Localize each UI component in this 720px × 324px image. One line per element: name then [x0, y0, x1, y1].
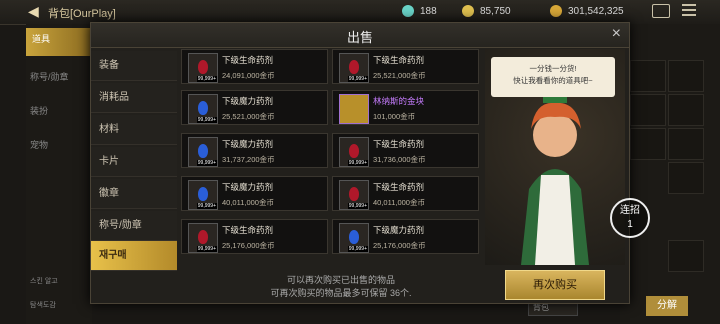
- category-badges[interactable]: 徽章: [91, 179, 177, 209]
- left-bottom-item-2[interactable]: 탐색도감: [30, 300, 56, 310]
- rebuy-hint-line-2: 可再次购买的物品最多可保留 36个.: [270, 288, 412, 298]
- dialog-title: 出售: [346, 30, 373, 45]
- item-price: 25,521,000金币: [373, 71, 426, 80]
- list-item[interactable]: 99,999+ 下级魔力药剂 25,176,000金币: [332, 219, 479, 254]
- item-price: 40,011,000金币: [373, 198, 425, 207]
- item-name: 下级生命药剂: [373, 55, 425, 65]
- combo-label: 连招: [620, 205, 640, 216]
- left-tab-items[interactable]: 道具: [26, 28, 92, 56]
- category-cards[interactable]: 卡片: [91, 147, 177, 177]
- category-equipment[interactable]: 装备: [91, 51, 177, 81]
- list-item[interactable]: 99,999+ 下级生命药剂 25,176,000金币: [181, 219, 328, 254]
- mail-icon[interactable]: [652, 4, 670, 18]
- rebuy-hint-line-1: 可以再次购买已出售的物品: [286, 275, 395, 285]
- gold-bar-icon: [339, 94, 369, 124]
- item-name: 下级魔力药剂: [222, 139, 274, 149]
- item-name: 林纳斯的金块: [373, 96, 425, 106]
- left-tab-costume[interactable]: 装扮: [30, 104, 48, 117]
- item-price: 101,000金币: [373, 112, 416, 121]
- inventory-slot[interactable]: [668, 128, 704, 160]
- inventory-slot[interactable]: [630, 60, 666, 92]
- inventory-slot[interactable]: [668, 162, 704, 194]
- category-materials[interactable]: 材料: [91, 115, 177, 145]
- menu-icon[interactable]: [682, 4, 696, 16]
- list-item[interactable]: 99,999+ 下级魔力药剂 31,737,200金币: [181, 133, 328, 168]
- item-price: 25,176,000金币: [222, 241, 275, 250]
- inventory-slot[interactable]: [668, 94, 704, 126]
- category-rebuy[interactable]: 재구매: [91, 241, 177, 271]
- red-potion-icon: 99,999+: [188, 223, 218, 253]
- left-bottom-item-1[interactable]: 스킨 알고: [30, 276, 58, 286]
- item-name: 下级生命药剂: [222, 225, 274, 235]
- item-price: 25,176,000金币: [373, 241, 426, 250]
- npc-bubble-line-1: 一分钱一分货!: [529, 64, 577, 73]
- gold-icon: [462, 5, 474, 17]
- item-name: 下级魔力药剂: [373, 225, 425, 235]
- item-name: 下级生命药剂: [373, 139, 425, 149]
- close-icon[interactable]: ×: [612, 26, 621, 42]
- item-name: 下级生命药剂: [222, 55, 274, 65]
- blue-potion-icon: 99,999+: [188, 180, 218, 210]
- list-item[interactable]: 99,999+ 下级生命药剂 31,736,000金币: [332, 133, 479, 168]
- npc-speech-bubble: 一分钱一分货! 快让我看看你的道具吧~: [491, 57, 615, 97]
- sell-dialog: 出售 × 装备 消耗品 材料 卡片 徽章 称号/勋章 재구매 99,999+ 下…: [90, 22, 630, 304]
- inventory-slot[interactable]: [668, 60, 704, 92]
- inventory-slot[interactable]: [668, 240, 704, 272]
- item-list[interactable]: 99,999+ 下级生命药剂 24,091,000金币 99,999+ 下级生命…: [181, 49, 499, 265]
- red-potion-icon: 99,999+: [339, 137, 369, 167]
- combo-count: 1: [627, 219, 633, 230]
- item-price: 31,737,200金币: [222, 155, 275, 164]
- left-tab-pet[interactable]: 宠物: [30, 138, 48, 151]
- blue-potion-icon: 99,999+: [339, 223, 369, 253]
- combo-button[interactable]: 连招 1: [610, 198, 650, 238]
- red-potion-icon: 99,999+: [188, 53, 218, 83]
- currency-crystal: 188: [420, 6, 437, 17]
- back-arrow-icon[interactable]: ◀: [28, 3, 39, 20]
- crystal-icon: [402, 5, 414, 17]
- inventory-slot[interactable]: [630, 128, 666, 160]
- blue-potion-icon: 99,999+: [188, 137, 218, 167]
- item-price: 25,521,000金币: [222, 112, 275, 121]
- item-price: 40,011,000金币: [222, 198, 274, 207]
- item-name: 下级魔力药剂: [222, 182, 274, 192]
- rebuy-button[interactable]: 再次购买: [505, 270, 605, 300]
- inventory-slot[interactable]: [630, 94, 666, 126]
- currency-coin: 301,542,325: [568, 6, 624, 17]
- red-potion-icon: 99,999+: [339, 53, 369, 83]
- red-potion-icon: 99,999+: [339, 180, 369, 210]
- list-item[interactable]: 99,999+ 下级魔力药剂 25,521,000金币: [181, 90, 328, 125]
- coin-icon: [550, 5, 562, 17]
- list-item[interactable]: 林纳斯的金块 101,000金币: [332, 90, 479, 125]
- category-titles[interactable]: 称号/勋章: [91, 211, 177, 241]
- list-item[interactable]: 99,999+ 下级生命药剂 25,521,000金币: [332, 49, 479, 84]
- item-name: 下级生命药剂: [373, 182, 425, 192]
- npc-bubble-line-2: 快让我看看你的道具吧~: [513, 76, 593, 85]
- list-item[interactable]: 99,999+ 下级生命药剂 40,011,000金币: [332, 176, 479, 211]
- list-item[interactable]: 99,999+ 下级生命药剂 24,091,000金币: [181, 49, 328, 84]
- item-price: 24,091,000金币: [222, 71, 275, 80]
- left-tab-title[interactable]: 称号/勋章: [30, 70, 69, 83]
- category-consumables[interactable]: 消耗品: [91, 83, 177, 113]
- list-item[interactable]: 99,999+ 下级魔力药剂 40,011,000金币: [181, 176, 328, 211]
- breadcrumb: 背包[OurPlay]: [48, 8, 116, 20]
- currency-gold: 85,750: [480, 6, 511, 17]
- disassemble-button[interactable]: 分解: [646, 296, 688, 316]
- blue-potion-icon: 99,999+: [188, 94, 218, 124]
- item-name: 下级魔力药剂: [222, 96, 274, 106]
- dialog-header: 出售 ×: [91, 23, 629, 48]
- item-price: 31,736,000金币: [373, 155, 426, 164]
